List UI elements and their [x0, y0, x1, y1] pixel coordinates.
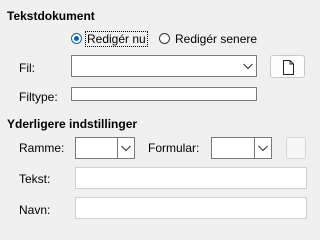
- file-label: Fil:: [19, 61, 35, 75]
- radio-selected-icon: [71, 33, 82, 44]
- text-label: Tekst:: [19, 172, 51, 186]
- chevron-down-icon: [258, 145, 268, 152]
- chevron-down-icon: [121, 145, 131, 152]
- name-label: Navn:: [19, 203, 51, 217]
- frame-dropdown-button[interactable]: [117, 138, 134, 158]
- frame-label: Ramme:: [19, 141, 65, 155]
- file-combobox[interactable]: [71, 55, 257, 77]
- name-field[interactable]: [75, 197, 307, 219]
- form-dropdown-button[interactable]: [254, 138, 271, 158]
- radio-unselected-icon: [159, 33, 170, 44]
- filetype-label: Filtype:: [19, 90, 58, 104]
- edit-now-label: Redigér nu: [85, 31, 148, 47]
- edit-later-label: Redigér senere: [175, 32, 258, 46]
- form-combobox[interactable]: [211, 137, 272, 159]
- section-title-more-settings: Yderligere indstillinger: [7, 117, 138, 131]
- section-title-text-document: Tekstdokument: [7, 9, 95, 23]
- text-field[interactable]: [75, 167, 307, 189]
- form-options-button[interactable]: [286, 137, 306, 159]
- edit-later-radio[interactable]: Redigér senere: [159, 31, 259, 47]
- file-dropdown-button[interactable]: [240, 56, 256, 76]
- document-icon: [283, 60, 294, 75]
- filetype-field[interactable]: [71, 87, 257, 101]
- frame-combobox[interactable]: [75, 137, 135, 159]
- browse-file-button[interactable]: [270, 55, 305, 78]
- chevron-down-icon: [243, 63, 253, 70]
- form-label: Formular:: [148, 141, 200, 155]
- edit-now-radio[interactable]: Redigér nu: [71, 31, 151, 47]
